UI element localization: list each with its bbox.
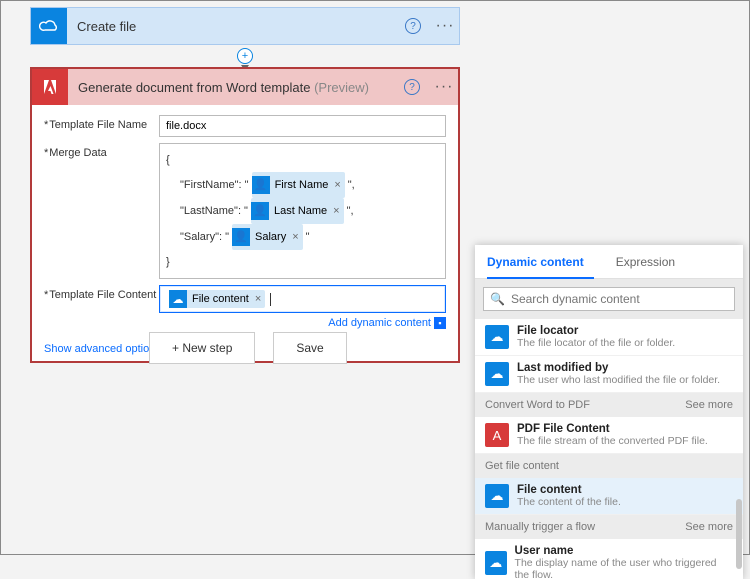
new-step-button[interactable]: + New step: [149, 332, 255, 364]
template-content-input[interactable]: ☁ File content ×: [159, 285, 446, 313]
add-step-icon[interactable]: +: [237, 48, 253, 64]
merge-token[interactable]: 👤Salary×: [232, 224, 303, 250]
see-more-link[interactable]: See more: [685, 521, 733, 533]
dyn-item[interactable]: ☁User nameThe display name of the user w…: [475, 539, 743, 579]
search-icon: 🔍: [490, 292, 505, 306]
person-icon: 👤: [252, 176, 270, 194]
dyn-item-icon: ☁: [485, 362, 509, 386]
connector: +: [237, 43, 253, 67]
remove-token-icon[interactable]: ×: [330, 173, 344, 197]
dyn-item[interactable]: ☁File contentThe content of the file.: [475, 478, 743, 515]
remove-token-icon[interactable]: ×: [251, 293, 265, 305]
cloud-icon: [31, 8, 67, 44]
dyn-item-icon: ☁: [485, 484, 509, 508]
dyn-item-icon: ☁: [485, 325, 509, 349]
person-icon: 👤: [232, 228, 250, 246]
remove-token-icon[interactable]: ×: [288, 225, 302, 249]
merge-token[interactable]: 👤First Name×: [252, 172, 345, 198]
dyn-group: Get file content: [475, 454, 743, 478]
dyn-item[interactable]: ☁Last modified byThe user who last modif…: [475, 356, 743, 393]
person-icon: 👤: [251, 202, 269, 220]
search-dynamic-input[interactable]: 🔍: [483, 287, 735, 311]
dyn-item[interactable]: APDF File ContentThe file stream of the …: [475, 417, 743, 454]
dyn-item[interactable]: ☁File locatorThe file locator of the fil…: [475, 319, 743, 356]
generate-header[interactable]: Generate document from Word template (Pr…: [32, 69, 458, 105]
add-dynamic-icon: ▪: [434, 317, 446, 329]
create-file-card[interactable]: Create file ? ···: [30, 7, 460, 45]
more-icon[interactable]: ···: [431, 17, 459, 35]
adobe-icon: [32, 69, 68, 105]
scrollbar[interactable]: [736, 499, 742, 569]
remove-token-icon[interactable]: ×: [329, 199, 343, 223]
tab-expression[interactable]: Expression: [616, 245, 685, 278]
generate-document-card: Generate document from Word template (Pr…: [30, 67, 460, 363]
help-icon[interactable]: ?: [404, 79, 420, 95]
add-dynamic-content-link[interactable]: Add dynamic content▪: [159, 317, 446, 329]
file-content-token[interactable]: ☁ File content ×: [169, 290, 265, 308]
template-content-label: *Template File Content: [44, 285, 159, 301]
more-icon[interactable]: ···: [430, 78, 458, 96]
cloud-icon: ☁: [169, 290, 187, 308]
save-button[interactable]: Save: [273, 332, 346, 364]
create-file-title: Create file: [67, 19, 405, 34]
dyn-group: Manually trigger a flowSee more: [475, 515, 743, 539]
dyn-group: Convert Word to PDFSee more: [475, 393, 743, 417]
merge-data-label: *Merge Data: [44, 143, 159, 159]
tab-dynamic-content[interactable]: Dynamic content: [487, 245, 594, 279]
dynamic-content-panel: Dynamic content Expression 🔍 ☁File locat…: [475, 245, 743, 579]
see-more-link[interactable]: See more: [685, 399, 733, 411]
template-name-input[interactable]: file.docx: [159, 115, 446, 137]
merge-token[interactable]: 👤Last Name×: [251, 198, 344, 224]
generate-title: Generate document from Word template (Pr…: [68, 80, 404, 95]
help-icon[interactable]: ?: [405, 18, 421, 34]
dyn-item-icon: A: [485, 423, 509, 447]
template-name-label: *Template File Name: [44, 115, 159, 131]
search-dynamic-field[interactable]: [511, 292, 728, 306]
text-caret: [270, 293, 271, 306]
merge-data-input[interactable]: { "FirstName": "👤First Name×","LastName"…: [159, 143, 446, 279]
